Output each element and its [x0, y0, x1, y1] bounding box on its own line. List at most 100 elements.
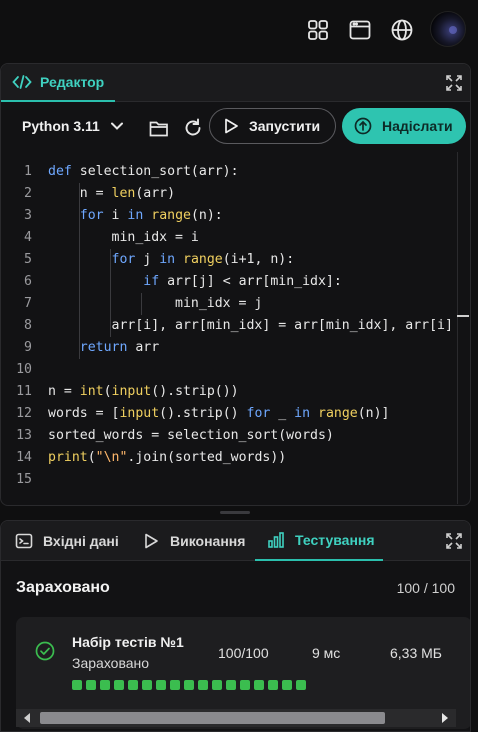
- check-circle-icon: [35, 641, 55, 661]
- play-icon: [225, 118, 238, 134]
- top-bar: [0, 0, 478, 62]
- test-result-dot[interactable]: [72, 680, 82, 690]
- line-number: 6: [24, 274, 32, 289]
- folder-icon[interactable]: [148, 117, 170, 139]
- code-text: for j in range(i+1, n):: [111, 252, 295, 267]
- test-result-dot[interactable]: [296, 680, 306, 690]
- run-button-label: Запустити: [249, 118, 321, 134]
- test-result-dot[interactable]: [212, 680, 222, 690]
- code-line[interactable]: 9 return arr: [1, 337, 459, 359]
- line-number: 15: [16, 472, 32, 487]
- code-text: return arr: [79, 340, 160, 355]
- code-text: for i in range(n):: [79, 208, 223, 223]
- code-text: print("\n".join(sorted_words)): [48, 450, 287, 465]
- scroll-left-icon[interactable]: [24, 713, 30, 723]
- expand-icon[interactable]: [445, 74, 463, 92]
- tab-input-label: Вхідні дані: [43, 533, 119, 549]
- terminal-icon: [15, 533, 33, 549]
- line-number: 1: [24, 164, 32, 179]
- code-text: if arr[j] < arr[min_idx]:: [143, 274, 342, 289]
- test-result-dot[interactable]: [240, 680, 250, 690]
- code-line[interactable]: 13 sorted_words = selection_sort(words): [1, 425, 459, 447]
- test-suite-status: Зараховано: [72, 655, 150, 671]
- code-line[interactable]: 2 n = len(arr): [1, 183, 459, 205]
- tab-execution-label: Виконання: [170, 533, 246, 549]
- language-select[interactable]: Python 3.11: [22, 118, 124, 134]
- test-suite-time: 9 мс: [312, 645, 341, 661]
- tab-input[interactable]: Вхідні дані: [15, 521, 119, 561]
- submit-button-label: Надіслати: [382, 118, 453, 134]
- code-line[interactable]: 10: [1, 359, 459, 381]
- test-result-dot[interactable]: [128, 680, 138, 690]
- code-text: sorted_words = selection_sort(words): [48, 428, 334, 443]
- test-result-dot[interactable]: [282, 680, 292, 690]
- code-text: min_idx = i: [48, 230, 199, 245]
- panel-resize-handle[interactable]: [220, 511, 250, 514]
- scroll-right-icon[interactable]: [442, 713, 448, 723]
- test-results-strip: [72, 680, 306, 690]
- test-suite-score: 100/100: [218, 645, 269, 661]
- tab-testing-label: Тестування: [295, 532, 375, 548]
- code-line[interactable]: 15: [1, 469, 459, 491]
- tab-editor[interactable]: Редактор: [1, 64, 115, 102]
- code-line[interactable]: 4 min_idx = i: [1, 227, 459, 249]
- run-button[interactable]: Запустити: [209, 108, 336, 144]
- code-editor[interactable]: 1 def selection_sort(arr): 2 n = len(arr) 3…: [1, 161, 459, 501]
- upload-icon: [354, 117, 372, 135]
- code-line[interactable]: 8 arr[i], arr[min_idx] = arr[min_idx], a…: [1, 315, 459, 337]
- line-number: 5: [24, 252, 32, 267]
- test-result-dot[interactable]: [226, 680, 236, 690]
- line-number: 8: [24, 318, 32, 333]
- test-result-dot[interactable]: [156, 680, 166, 690]
- test-result-dot[interactable]: [100, 680, 110, 690]
- code-text: words = [input().strip() for _ in range(…: [48, 406, 390, 421]
- test-result-dot[interactable]: [198, 680, 208, 690]
- tab-testing[interactable]: Тестування: [255, 521, 383, 561]
- code-line[interactable]: 3 for i in range(n):: [1, 205, 459, 227]
- editor-toolbar: Python 3.11 Запустити Надіслати: [1, 104, 470, 152]
- test-result-dot[interactable]: [86, 680, 96, 690]
- refresh-icon[interactable]: [182, 117, 204, 139]
- submit-button[interactable]: Надіслати: [342, 108, 466, 144]
- test-result-dot[interactable]: [184, 680, 194, 690]
- line-number: 9: [24, 340, 32, 355]
- scrollbar-thumb[interactable]: [40, 712, 385, 724]
- expand-icon[interactable]: [445, 532, 463, 550]
- code-line[interactable]: 12 words = [input().strip() for _ in rang…: [1, 403, 459, 425]
- code-text: min_idx = j: [48, 296, 263, 311]
- test-result-dot[interactable]: [254, 680, 264, 690]
- code-text: def selection_sort(arr):: [48, 164, 239, 179]
- total-score: 100 / 100: [396, 580, 455, 596]
- vertical-scrollbar[interactable]: [457, 152, 469, 504]
- code-text: n = len(arr): [48, 186, 176, 201]
- window-icon[interactable]: [348, 18, 372, 42]
- test-result-dot[interactable]: [170, 680, 180, 690]
- code-line[interactable]: 7 min_idx = j: [1, 293, 459, 315]
- play-icon: [145, 533, 158, 549]
- globe-icon[interactable]: [390, 18, 414, 42]
- verdict-title: Зараховано: [16, 579, 110, 596]
- test-result-dot[interactable]: [268, 680, 278, 690]
- code-icon: [12, 75, 32, 89]
- code-line[interactable]: 11 n = int(input().strip()): [1, 381, 459, 403]
- line-number: 14: [16, 450, 32, 465]
- code-line[interactable]: 14 print("\n".join(sorted_words)): [1, 447, 459, 469]
- test-result-dot[interactable]: [142, 680, 152, 690]
- line-number: 10: [16, 362, 32, 377]
- tab-editor-label: Редактор: [40, 74, 105, 90]
- tab-execution[interactable]: Виконання: [142, 521, 245, 561]
- code-line[interactable]: 1 def selection_sort(arr):: [1, 161, 459, 183]
- code-line[interactable]: 5 for j in range(i+1, n):: [1, 249, 459, 271]
- horizontal-scrollbar[interactable]: [16, 709, 456, 727]
- line-number: 13: [16, 428, 32, 443]
- avatar[interactable]: [430, 11, 466, 47]
- editor-tab-bar: Редактор: [1, 64, 470, 102]
- test-result-dot[interactable]: [114, 680, 124, 690]
- grid-icon[interactable]: [306, 18, 330, 42]
- line-number: 11: [16, 384, 32, 399]
- results-tab-bar: Вхідні дані Виконання Тестування: [1, 521, 470, 561]
- line-number: 4: [24, 230, 32, 245]
- line-number: 3: [24, 208, 32, 223]
- code-line[interactable]: 6 if arr[j] < arr[min_idx]:: [1, 271, 459, 293]
- scrollbar-marker: [457, 315, 469, 317]
